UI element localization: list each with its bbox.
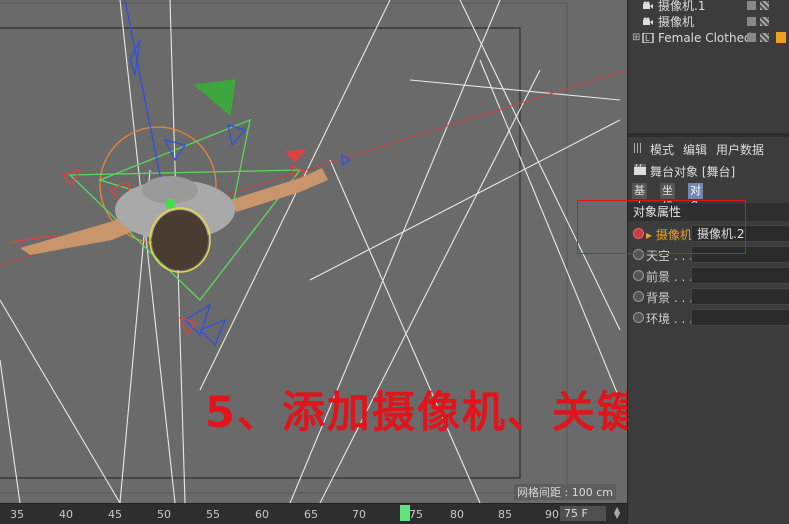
section-object-properties: 对象属性	[628, 203, 789, 221]
tab-coordinates[interactable]: 坐标	[660, 183, 675, 213]
timeline-tick: 85	[498, 508, 512, 521]
property-camera: ▸ 摄像机 摄像机.2	[628, 224, 789, 244]
visibility-toggle-icon[interactable]	[747, 17, 756, 26]
animate-radio-icon[interactable]	[633, 291, 644, 302]
environment-link-field[interactable]	[691, 309, 789, 326]
timeline-tick: 75	[409, 508, 423, 521]
3d-viewport[interactable]: 5、添加摄像机、关键帧 网格间距 : 100 cm	[0, 0, 627, 503]
camera-icon	[643, 17, 653, 25]
tag-icon[interactable]	[776, 32, 786, 43]
timeline-tick: 35	[10, 508, 24, 521]
timeline-ruler[interactable]: 35 40 45 50 55 60 65 70 75 80 85 90	[0, 503, 627, 524]
stage-object-icon	[634, 164, 646, 175]
object-row-camera[interactable]: 摄像机	[628, 14, 789, 30]
animate-radio-icon[interactable]	[633, 270, 644, 281]
animate-radio-icon[interactable]	[633, 228, 644, 239]
timeline-tick: 65	[304, 508, 318, 521]
camera-link-field[interactable]: 摄像机.2	[691, 225, 789, 242]
timeline-tick: 50	[157, 508, 171, 521]
object-type-title: 舞台对象 [舞台]	[650, 165, 736, 179]
timeline-tick: 45	[108, 508, 122, 521]
object-label: Female Clothed	[658, 31, 752, 45]
panel-divider	[628, 133, 789, 137]
object-row-camera-1[interactable]: 摄像机.1	[628, 0, 789, 14]
timeline-playhead[interactable]	[400, 505, 410, 521]
timeline-tick: 55	[206, 508, 220, 521]
visibility-toggle-icon[interactable]	[747, 1, 756, 10]
sky-link-field[interactable]	[691, 246, 789, 263]
grip-icon	[634, 143, 642, 153]
object-label: 摄像机.1	[658, 0, 706, 13]
property-environment: 环境 . . . .	[628, 308, 789, 328]
object-row-female-clothed[interactable]: ⊞ L Female Clothed	[628, 30, 789, 46]
menu-user-data[interactable]: 用户数据	[716, 141, 764, 158]
animate-radio-icon[interactable]	[633, 312, 644, 323]
timeline-tick: 90	[545, 508, 559, 521]
menu-mode[interactable]: 模式	[650, 141, 674, 158]
property-sky: 天空 . . . .	[628, 245, 789, 265]
grid-spacing-readout: 网格间距 : 100 cm	[514, 484, 616, 500]
timeline-tick: 80	[450, 508, 464, 521]
attribute-menubar: 模式 编辑 用户数据	[628, 138, 789, 158]
section-title: 对象属性	[633, 205, 682, 219]
timeline-tick: 40	[59, 508, 73, 521]
null-object-icon: L	[642, 33, 654, 43]
enable-toggle-icon[interactable]	[760, 17, 769, 26]
expand-plus-icon[interactable]: ⊞	[632, 30, 640, 46]
tutorial-step-caption: 5、添加摄像机、关键帧	[205, 388, 627, 438]
foreground-link-field[interactable]	[691, 267, 789, 284]
animate-radio-icon[interactable]	[633, 249, 644, 260]
enable-toggle-icon[interactable]	[760, 1, 769, 10]
background-link-field[interactable]	[691, 288, 789, 305]
tab-object[interactable]: 对象	[688, 183, 703, 213]
tab-basic[interactable]: 基本	[632, 183, 647, 213]
attribute-header: 舞台对象 [舞台]	[628, 160, 789, 180]
visibility-toggle-icon[interactable]	[747, 33, 756, 42]
frame-spin-arrows-icon[interactable]: ▲ ▼	[614, 506, 620, 520]
property-label: ▸ 摄像机	[646, 228, 692, 242]
camera-icon	[643, 1, 653, 9]
menu-edit[interactable]: 编辑	[683, 141, 707, 158]
property-background: 背景 . . . .	[628, 287, 789, 307]
timeline-tick: 70	[352, 508, 366, 521]
timeline-tick: 60	[255, 508, 269, 521]
enable-toggle-icon[interactable]	[760, 33, 769, 42]
current-frame-field[interactable]: 75 F	[560, 506, 606, 521]
right-panel: 摄像机.1 摄像机 ⊞ L Female Clothed 模式 编辑 用户数据 …	[627, 0, 789, 523]
svg-text:L: L	[645, 34, 650, 43]
object-label: 摄像机	[658, 15, 695, 29]
property-foreground: 前景 . . . .	[628, 266, 789, 286]
